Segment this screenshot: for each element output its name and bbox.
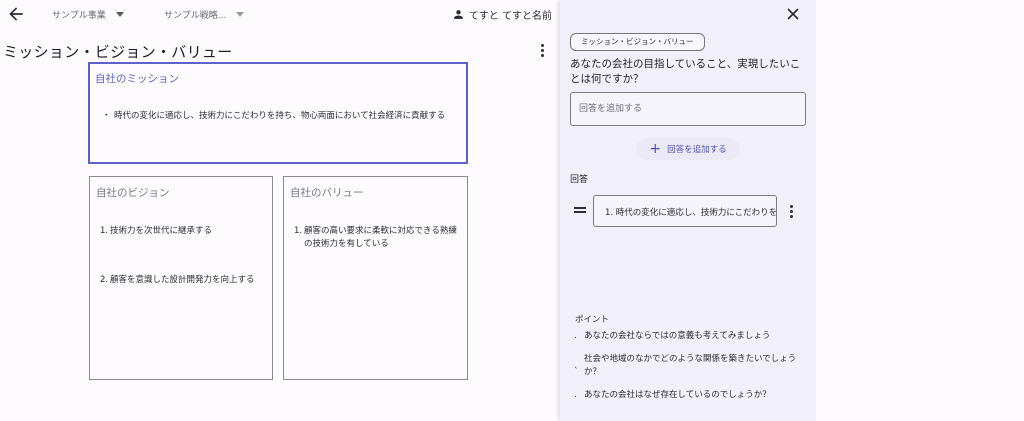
mission-card-title: 自社のミッション xyxy=(95,73,179,85)
point-text: あなたの会社ならではの意義も考えてみましょう xyxy=(584,331,771,341)
answers-label: 回答 xyxy=(570,175,589,185)
person-icon xyxy=(453,10,463,19)
point-marker: . xyxy=(574,331,577,341)
value-card-title: 自社のバリュー xyxy=(290,187,364,199)
vision-card[interactable]: 自社のビジョン 1. 技術力を次世代に継承する 2. 顧客を意識した設計開発力を… xyxy=(89,176,273,380)
question-text: あなたの会社の目指していること、実現したいことは何ですか？ xyxy=(570,58,801,85)
chevron-down-icon xyxy=(115,12,124,17)
business-select-value: サンプル事業 xyxy=(52,11,106,21)
page-title: ミッション・ビジョン・バリュー xyxy=(3,43,233,61)
drag-handle-icon[interactable] xyxy=(574,207,586,215)
business-select[interactable]: サンプル事業 xyxy=(52,8,124,21)
chevron-down-icon xyxy=(236,12,245,17)
list-marker: 1. xyxy=(100,226,109,236)
list-marker: 1. xyxy=(294,226,303,236)
point-item: . あなたの会社ならではの意義も考えてみましょう xyxy=(574,330,799,343)
vision-item-text: 顧客を意識した設計開発力を向上する xyxy=(110,275,255,285)
point-marker: ` xyxy=(574,367,579,377)
back-arrow-icon[interactable] xyxy=(6,4,26,24)
main-content: サンプル事業 サンプル戦略... てすと てすと名前 ミッション・ビジョン・バリ… xyxy=(0,0,560,421)
page-background-right xyxy=(816,0,1024,421)
more-vert-icon[interactable] xyxy=(786,204,796,220)
app-root: サンプル事業 サンプル戦略... てすと てすと名前 ミッション・ビジョン・バリ… xyxy=(0,0,1024,421)
list-marker: 2. xyxy=(100,275,109,285)
answer-item[interactable]: 1. 時代の変化に適応し、技術力にこだわりを持ち、物心両面において社会経済に貢献… xyxy=(593,195,777,227)
mission-item-text: 時代の変化に適応し、技術力にこだわりを持ち、物心両面において社会経済に貢献する xyxy=(114,111,446,121)
more-vert-icon[interactable] xyxy=(537,43,547,59)
side-panel: ミッション・ビジョン・バリュー あなたの会社の目指していること、実現したいことは… xyxy=(560,0,816,421)
value-item-text: 顧客の高い要求に柔軟に対応できる熟練の技術力を有している xyxy=(304,226,457,249)
user-name: てすと てすと名前 xyxy=(468,11,552,22)
top-bar: サンプル事業 サンプル戦略... てすと てすと名前 xyxy=(0,0,560,30)
vision-item: 1. 技術力を次世代に継承する xyxy=(100,225,265,238)
point-item: ` 社会や地域のなかでどのような関係を築きたいでしょうか？ xyxy=(574,353,799,379)
point-marker: . xyxy=(574,390,577,400)
mission-item: ・ 時代の変化に適応し、技術力にこだわりを持ち、物心両面において社会経済に貢献す… xyxy=(102,110,454,123)
point-text: あなたの会社はなぜ存在しているのでしょうか？ xyxy=(584,390,771,400)
user-menu[interactable]: てすと てすと名前 xyxy=(452,7,552,22)
point-text: 社会や地域のなかでどのような関係を築きたいでしょうか？ xyxy=(584,354,797,377)
mission-card[interactable]: 自社のミッション ・ 時代の変化に適応し、技術力にこだわりを持ち、物心両面におい… xyxy=(88,62,468,164)
add-answer-label: 回答を追加する xyxy=(667,145,727,155)
strategy-select-value: サンプル戦略... xyxy=(164,11,227,21)
vision-item: 2. 顧客を意識した設計開発力を向上する xyxy=(100,274,265,287)
points-title: ポイント xyxy=(575,315,610,325)
vision-item-text: 技術力を次世代に継承する xyxy=(110,226,213,236)
close-icon[interactable] xyxy=(786,7,800,21)
plus-icon: + xyxy=(649,141,662,157)
answer-input[interactable] xyxy=(570,92,806,126)
category-chip[interactable]: ミッション・ビジョン・バリュー xyxy=(570,33,705,51)
add-answer-button[interactable]: + 回答を追加する xyxy=(636,138,740,160)
value-card[interactable]: 自社のバリュー 1. 顧客の高い要求に柔軟に対応できる熟練の技術力を有している xyxy=(283,176,468,380)
vision-card-title: 自社のビジョン xyxy=(96,187,170,199)
value-item: 1. 顧客の高い要求に柔軟に対応できる熟練の技術力を有している xyxy=(294,225,462,250)
strategy-select[interactable]: サンプル戦略... xyxy=(164,8,245,21)
list-marker: ・ xyxy=(102,111,111,121)
point-item: . あなたの会社はなぜ存在しているのでしょうか？ xyxy=(574,389,799,402)
